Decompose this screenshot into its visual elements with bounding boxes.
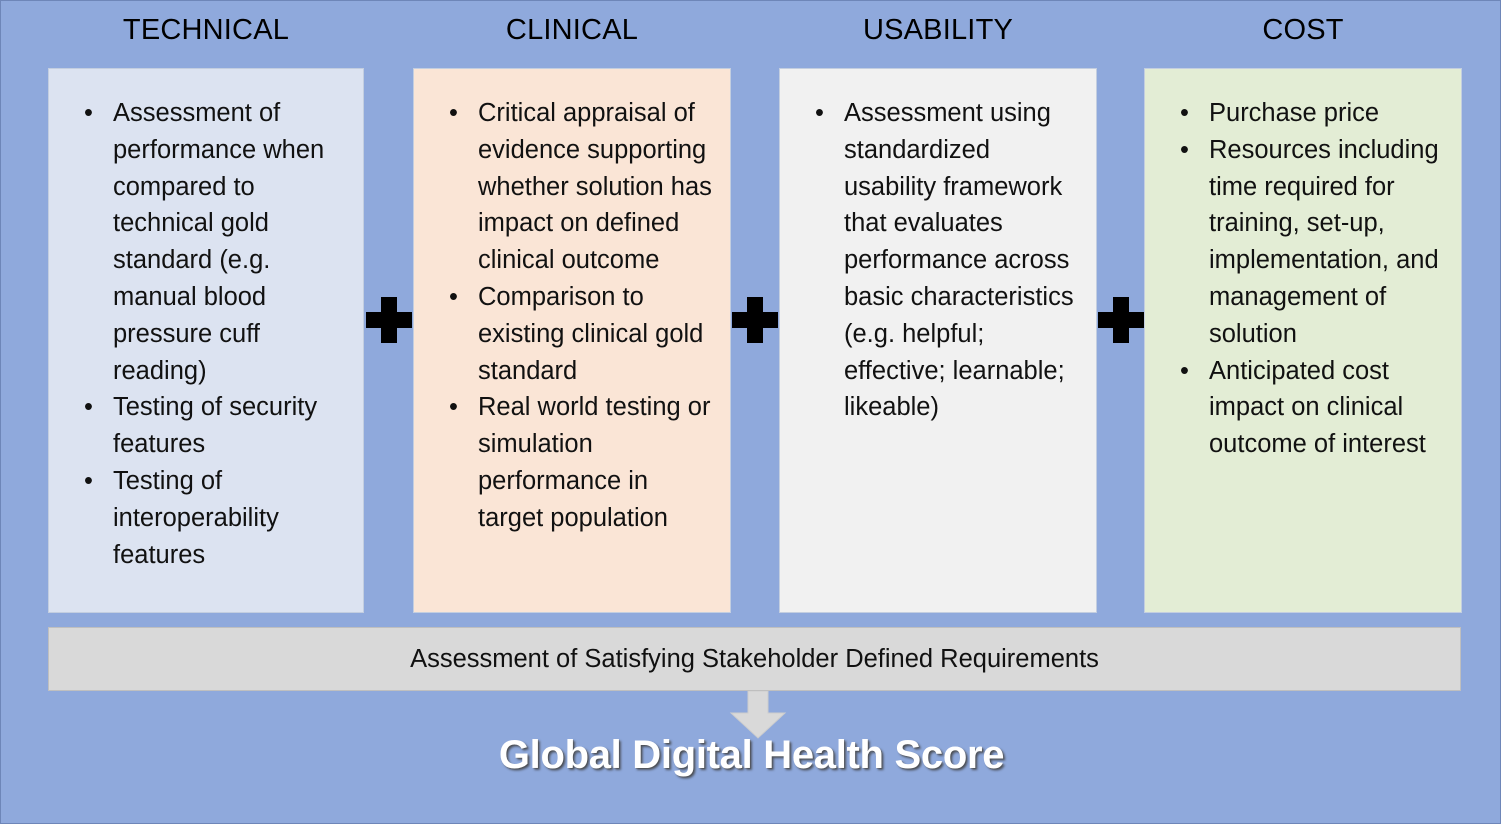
column-header-clinical: CLINICAL bbox=[505, 14, 639, 46]
list-item: • Critical appraisal of evidence support… bbox=[428, 95, 716, 279]
domain-box-cost: • Purchase price • Resources including t… bbox=[1144, 68, 1462, 613]
requirements-bar: Assessment of Satisfying Stakeholder Def… bbox=[48, 627, 1461, 691]
list-item: • Comparison to existing clinical gold s… bbox=[428, 279, 716, 389]
plus-operator-2 bbox=[732, 297, 778, 343]
column-header-usability: USABILITY bbox=[862, 14, 1014, 46]
bullet-icon: • bbox=[449, 99, 458, 127]
list-item: • Resources including time required for … bbox=[1159, 132, 1447, 353]
list-item-text: Testing of interoperability features bbox=[113, 466, 279, 569]
list-item-text: Resources including time required for tr… bbox=[1209, 135, 1439, 348]
column-header-cost: COST bbox=[1262, 14, 1344, 46]
global-score-title: Global Digital Health Score bbox=[498, 733, 1005, 777]
bullet-list-technical: • Assessment of performance when compare… bbox=[63, 95, 349, 573]
list-item: • Anticipated cost impact on clinical ou… bbox=[1159, 353, 1447, 463]
requirements-bar-label: Assessment of Satisfying Stakeholder Def… bbox=[410, 644, 1099, 673]
bullet-icon: • bbox=[84, 466, 93, 495]
bullet-icon: • bbox=[1180, 99, 1189, 127]
bullet-list-clinical: • Critical appraisal of evidence support… bbox=[428, 95, 716, 537]
bullet-icon: • bbox=[1180, 356, 1189, 385]
list-item-text: Critical appraisal of evidence supportin… bbox=[478, 99, 712, 275]
list-item: • Purchase price bbox=[1159, 95, 1447, 132]
list-item-text: Purchase price bbox=[1209, 99, 1380, 127]
column-header-technical: TECHNICAL bbox=[122, 14, 290, 46]
plus-operator-3 bbox=[1098, 297, 1144, 343]
domain-box-usability: • Assessment using standardized usabilit… bbox=[779, 68, 1097, 613]
list-item-text: Testing of security features bbox=[113, 393, 318, 459]
bullet-icon: • bbox=[449, 393, 458, 422]
down-arrow-icon bbox=[728, 690, 788, 739]
domain-box-clinical: • Critical appraisal of evidence support… bbox=[413, 68, 731, 613]
bullet-icon: • bbox=[84, 393, 93, 422]
bullet-icon: • bbox=[1180, 135, 1189, 164]
bullet-icon: • bbox=[84, 99, 93, 127]
list-item: • Testing of interoperability features bbox=[63, 463, 349, 573]
list-item-text: Assessment of performance when compared … bbox=[113, 99, 325, 385]
bullet-list-usability: • Assessment using standardized usabilit… bbox=[794, 95, 1082, 426]
list-item: • Testing of security features bbox=[63, 389, 349, 463]
list-item: • Assessment of performance when compare… bbox=[63, 95, 349, 389]
list-item-text: Comparison to existing clinical gold sta… bbox=[478, 282, 704, 385]
list-item-text: Anticipated cost impact on clinical outc… bbox=[1209, 356, 1426, 459]
list-item: • Real world testing or simulation perfo… bbox=[428, 389, 716, 536]
bullet-icon: • bbox=[449, 282, 458, 311]
plus-vertical-bar bbox=[1113, 297, 1129, 343]
list-item: • Assessment using standardized usabilit… bbox=[794, 95, 1082, 426]
list-item-text: Assessment using standardized usability … bbox=[844, 99, 1074, 422]
list-item-text: Real world testing or simulation perform… bbox=[478, 393, 711, 532]
diagram-canvas: TECHNICAL CLINICAL USABILITY COST • Asse… bbox=[0, 0, 1501, 824]
plus-vertical-bar bbox=[747, 297, 763, 343]
plus-vertical-bar bbox=[381, 297, 397, 343]
bullet-icon: • bbox=[815, 99, 824, 127]
domain-box-technical: • Assessment of performance when compare… bbox=[48, 68, 364, 613]
bullet-list-cost: • Purchase price • Resources including t… bbox=[1159, 95, 1447, 463]
plus-operator-1 bbox=[366, 297, 412, 343]
